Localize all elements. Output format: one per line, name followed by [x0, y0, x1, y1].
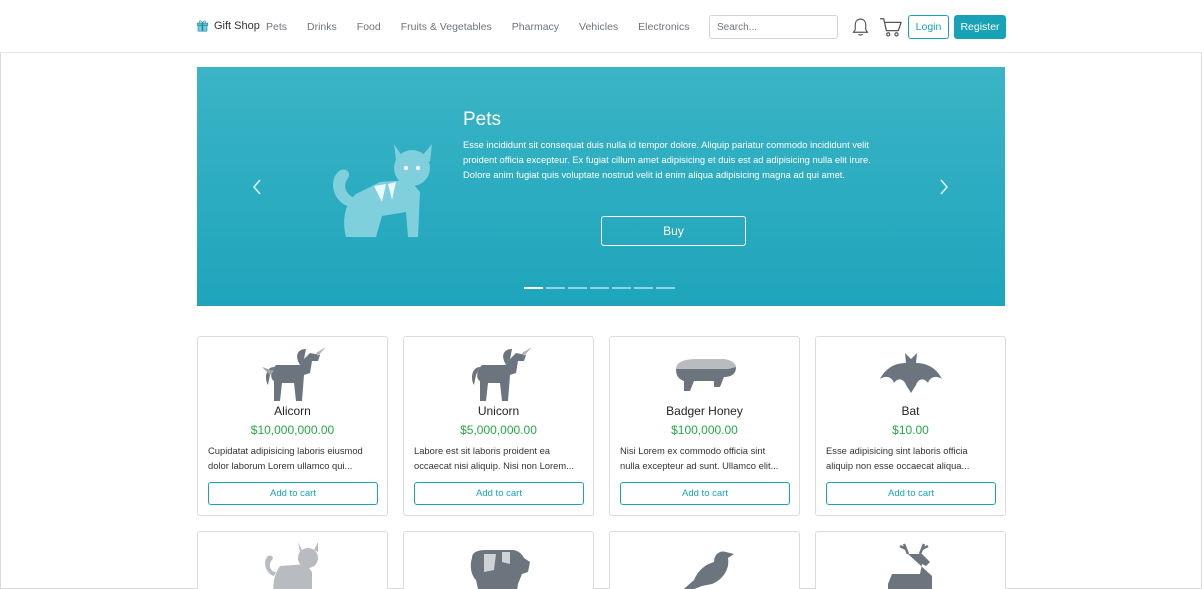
carousel-indicator[interactable] — [590, 287, 609, 289]
search-input[interactable] — [709, 15, 838, 39]
cow-icon — [470, 550, 530, 589]
nav-links: Pets Drinks Food Fruits & Vegetables Pha… — [266, 21, 710, 33]
bat-icon — [879, 353, 942, 393]
cat-icon — [333, 144, 432, 237]
add-to-cart-button[interactable]: Add to cart — [620, 482, 790, 505]
brand-link[interactable]: Gift Shop — [196, 19, 260, 32]
product-price: $100,000.00 — [671, 423, 738, 437]
add-to-cart-button[interactable]: Add to cart — [414, 482, 584, 505]
navbar: Gift Shop Pets Drinks Food Fruits & Vege… — [0, 0, 1202, 53]
product-description: Nisi Lorem ex commodo officia sint nulla… — [620, 443, 792, 473]
carousel-indicator[interactable] — [524, 287, 543, 289]
product-price: $10.00 — [892, 423, 929, 437]
carousel-indicators — [524, 287, 675, 289]
nav-link-food[interactable]: Food — [357, 21, 381, 33]
product-description-line: aliquip non esse occaecat aliqua... — [826, 460, 970, 471]
product-description: Cupidatat adipisicing laboris eiusmod do… — [208, 443, 380, 473]
crow-icon — [683, 551, 734, 589]
cat-icon — [264, 542, 318, 589]
product-description-line: Esse adipisicing sint laboris officia — [826, 445, 968, 456]
unicorn-icon — [471, 347, 532, 401]
deer-icon — [887, 543, 932, 589]
product-description-line: occaecat nisi aliquip. Nisi non Lorem... — [414, 460, 574, 471]
product-description-line: dolor laborum Lorem ullamco qui... — [208, 460, 353, 471]
product-card: Alicorn $10,000,000.00 Cupidatat adipisi… — [197, 336, 388, 516]
nav-link-pharmacy[interactable]: Pharmacy — [512, 21, 559, 33]
product-description-line: Nisi Lorem ex commodo officia sint — [620, 445, 766, 456]
gift-icon — [196, 20, 209, 32]
product-card: Badger Honey $100,000.00 Nisi Lorem ex c… — [609, 336, 800, 516]
product-price: $5,000,000.00 — [460, 423, 537, 437]
product-description: Esse adipisicing sint laboris officia al… — [826, 443, 998, 473]
product-description-line: Labore est sit laboris proident ea — [414, 445, 551, 456]
carousel-indicator[interactable] — [634, 287, 653, 289]
carousel-prev-icon[interactable] — [247, 175, 267, 199]
product-name: Badger Honey — [666, 404, 743, 418]
product-card: Unicorn $5,000,000.00 Labore est sit lab… — [403, 336, 594, 516]
add-to-cart-button[interactable]: Add to cart — [208, 482, 378, 505]
bell-icon[interactable] — [850, 16, 871, 38]
register-button[interactable]: Register — [954, 15, 1006, 39]
nav-link-pets[interactable]: Pets — [266, 21, 287, 33]
product-card: Bat $10.00 Esse adipisicing sint laboris… — [815, 336, 1006, 516]
product-card — [815, 531, 1006, 589]
product-name: Alicorn — [274, 404, 311, 418]
product-description-line: Cupidatat adipisicing laboris eiusmod — [208, 445, 363, 456]
carousel-indicator[interactable] — [612, 287, 631, 289]
badger-icon — [675, 359, 736, 391]
product-price: $10,000,000.00 — [250, 423, 335, 437]
nav-link-fruits-vegetables[interactable]: Fruits & Vegetables — [401, 21, 492, 33]
product-name: Unicorn — [477, 404, 520, 418]
product-description-line: nulla excepteur ad sunt. Ullamco elit... — [620, 460, 779, 471]
cart-icon[interactable] — [879, 16, 903, 38]
hero-carousel: Pets Esse incididunt sit consequat duis … — [197, 67, 1005, 306]
carousel-indicator[interactable] — [568, 287, 587, 289]
product-description: Labore est sit laboris proident ea occae… — [414, 443, 586, 473]
brand-name: Gift Shop — [214, 19, 260, 32]
login-button[interactable]: Login — [908, 15, 949, 39]
buy-button[interactable]: Buy — [601, 216, 746, 246]
add-to-cart-button[interactable]: Add to cart — [826, 482, 996, 505]
product-name: Bat — [901, 404, 920, 418]
carousel-next-icon[interactable] — [934, 175, 954, 199]
carousel-indicator[interactable] — [546, 287, 565, 289]
carousel-title: Pets — [463, 109, 502, 130]
carousel-indicator[interactable] — [656, 287, 675, 289]
nav-link-drinks[interactable]: Drinks — [307, 21, 337, 33]
carousel-text: Esse incididunt sit consequat duis nulla… — [463, 139, 871, 180]
product-card — [609, 531, 800, 589]
alicorn-icon — [261, 347, 326, 401]
product-card — [403, 531, 594, 589]
nav-link-vehicles[interactable]: Vehicles — [579, 21, 618, 33]
nav-link-electronics[interactable]: Electronics — [638, 21, 689, 33]
product-card — [197, 531, 388, 589]
